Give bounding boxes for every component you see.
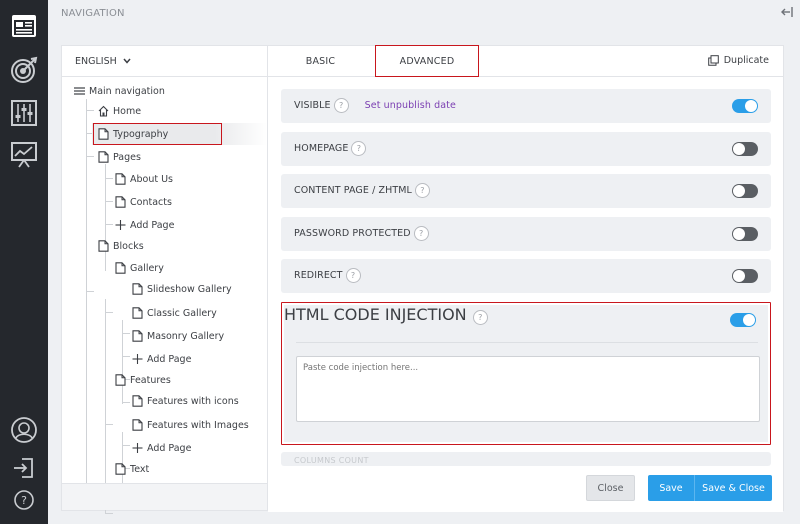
- page-icon: [115, 463, 126, 475]
- page-icon: [132, 330, 143, 342]
- tree-add-page-gallery[interactable]: Add Page: [132, 351, 191, 367]
- tree-item-features-icons[interactable]: Features with icons: [132, 393, 239, 409]
- plus-icon: [132, 354, 143, 364]
- help-icon[interactable]: ?: [413, 226, 429, 241]
- help-icon[interactable]: ?: [414, 183, 430, 198]
- sliders-icon[interactable]: [8, 97, 40, 129]
- page-icon: [115, 173, 126, 185]
- setting-password-protected: PASSWORD PROTECTED ?: [281, 217, 771, 251]
- tree-item-blocks[interactable]: Blocks: [98, 238, 144, 254]
- tree-item-masonry-gallery[interactable]: Masonry Gallery: [132, 328, 224, 344]
- navigation-tree: Main navigation Home Typography Pages Ab…: [62, 77, 267, 514]
- page-icon: [98, 240, 109, 252]
- help-icon[interactable]: ?: [333, 98, 349, 113]
- password-protected-toggle[interactable]: [732, 227, 758, 241]
- tree-item-gallery[interactable]: Gallery: [115, 260, 164, 276]
- plus-icon: [132, 443, 143, 453]
- homepage-toggle[interactable]: [732, 142, 758, 156]
- help-icon[interactable]: ?: [472, 310, 488, 325]
- help-icon[interactable]: ?: [351, 141, 367, 156]
- chart-board-icon[interactable]: [8, 138, 40, 170]
- tree-item-features[interactable]: Features: [115, 372, 171, 388]
- page-icon: [115, 374, 126, 386]
- page-icon: [132, 283, 143, 295]
- page-icon: [132, 307, 143, 319]
- target-icon[interactable]: [8, 54, 40, 86]
- chevron-down-icon: [123, 58, 131, 64]
- page-icon: [132, 395, 143, 407]
- language-select[interactable]: ENGLISH: [62, 46, 267, 77]
- code-injection-textarea[interactable]: [296, 356, 760, 422]
- settings-tabs: BASIC ADVANCED Duplicate: [268, 45, 783, 77]
- home-icon: [98, 105, 109, 117]
- language-label: ENGLISH: [75, 55, 117, 67]
- page-icon: [115, 262, 126, 274]
- save-button[interactable]: Save: [648, 475, 694, 501]
- tree-add-page-pages[interactable]: Add Page: [115, 217, 174, 233]
- selection-highlight: [93, 123, 222, 145]
- redirect-toggle[interactable]: [732, 269, 758, 283]
- setting-redirect: REDIRECT ?: [281, 259, 771, 293]
- advanced-settings-list: VISIBLE ? Set unpublish date HOMEPAGE ? …: [281, 89, 771, 459]
- tree-add-page-features[interactable]: Add Page: [132, 440, 191, 456]
- set-unpublish-date-link[interactable]: Set unpublish date: [365, 100, 456, 111]
- tab-advanced[interactable]: ADVANCED: [375, 45, 479, 77]
- tree-footer: [62, 483, 267, 510]
- setting-columns-count: COLUMNS COUNT: [281, 452, 771, 466]
- tree-item-text[interactable]: Text: [115, 461, 149, 477]
- setting-visible: VISIBLE ? Set unpublish date: [281, 89, 771, 123]
- tree-item-slideshow-gallery[interactable]: Slideshow Gallery: [132, 281, 232, 297]
- page-icon: [132, 419, 143, 431]
- icon-rail: ?: [0, 0, 48, 524]
- plus-icon: [115, 220, 126, 230]
- navigation-tree-column: ENGLISH Main navigation Home Typography …: [62, 46, 268, 514]
- page-icon: [98, 151, 109, 163]
- save-and-close-button[interactable]: Save & Close: [694, 475, 772, 501]
- help-icon[interactable]: ?: [345, 268, 361, 283]
- help-circle-icon[interactable]: ?: [8, 484, 40, 516]
- user-face-icon[interactable]: [8, 414, 40, 446]
- navigation-panel: ENGLISH Main navigation Home Typography …: [61, 45, 784, 514]
- page-title: NAVIGATION: [61, 8, 125, 19]
- tree-item-about-us[interactable]: About Us: [115, 171, 173, 187]
- html-code-injection-toggle[interactable]: [730, 313, 756, 327]
- tree-item-classic-gallery[interactable]: Classic Gallery: [132, 305, 217, 321]
- setting-content-page: CONTENT PAGE / ZHTML ?: [281, 174, 771, 208]
- menu-icon: [74, 87, 85, 95]
- tree-item-home[interactable]: Home: [98, 103, 141, 119]
- setting-html-code-injection: HTML CODE INJECTION ?: [281, 302, 771, 445]
- tree-item-contacts[interactable]: Contacts: [115, 194, 172, 210]
- layout-icon[interactable]: [8, 10, 40, 42]
- close-button[interactable]: Close: [586, 475, 635, 501]
- page-icon: [115, 196, 126, 208]
- collapse-panel-icon[interactable]: [780, 4, 794, 18]
- sign-in-icon[interactable]: [8, 452, 40, 484]
- svg-text:?: ?: [21, 494, 27, 507]
- duplicate-button[interactable]: Duplicate: [707, 55, 769, 66]
- content-page-toggle[interactable]: [732, 184, 758, 198]
- tree-root-main-navigation[interactable]: Main navigation: [74, 83, 165, 99]
- copy-icon: [707, 55, 719, 66]
- tree-item-features-images[interactable]: Features with Images: [132, 417, 249, 433]
- dialog-footer: Close Save Save & Close: [268, 468, 783, 512]
- setting-homepage: HOMEPAGE ?: [281, 132, 771, 166]
- tree-item-pages[interactable]: Pages: [98, 149, 141, 165]
- tab-basic[interactable]: BASIC: [268, 46, 373, 77]
- visible-toggle[interactable]: [732, 99, 758, 113]
